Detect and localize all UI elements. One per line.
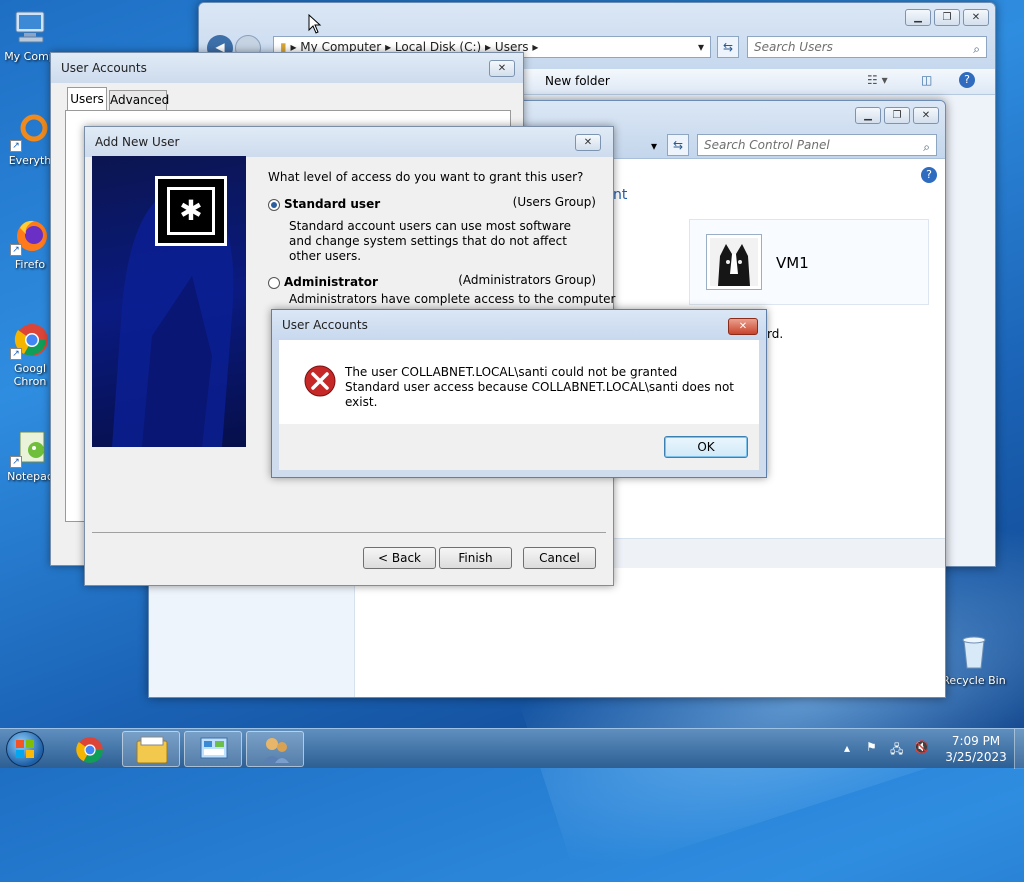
- clock-time: 7:09 PM: [951, 734, 1001, 748]
- error-dialog[interactable]: User Accounts ✕ The user COLLABNET.LOCAL…: [271, 309, 767, 478]
- search-placeholder: Search Control Panel: [704, 138, 830, 152]
- help-icon[interactable]: ?: [959, 72, 975, 88]
- cancel-button[interactable]: Cancel: [523, 547, 596, 569]
- close-button[interactable]: ✕: [489, 60, 515, 77]
- error-icon: [304, 365, 336, 397]
- button-label: < Back: [377, 551, 421, 565]
- page-heading-fragment: nt: [613, 187, 628, 203]
- recycle-bin-icon: [954, 632, 994, 672]
- search-control-panel-input[interactable]: Search Control Panel ⌕: [697, 134, 937, 156]
- shortcut-arrow-icon: ↗: [10, 244, 22, 256]
- option-label: Standard user: [284, 197, 381, 211]
- dialog-title: User Accounts: [282, 318, 368, 332]
- minimize-button[interactable]: ▁: [855, 107, 881, 124]
- finish-button[interactable]: Finish: [439, 547, 512, 569]
- computer-icon: [10, 8, 50, 48]
- chrome-icon: ↗: [10, 320, 50, 360]
- close-button[interactable]: ✕: [575, 134, 601, 151]
- dialog-title: User Accounts: [61, 61, 147, 75]
- control-panel-icon: [200, 737, 228, 759]
- explorer-icon: [136, 736, 168, 764]
- option-description: Standard account users can use most soft…: [289, 219, 572, 263]
- shortcut-arrow-icon: ↗: [10, 140, 22, 152]
- maximize-button[interactable]: ❐: [884, 107, 910, 124]
- button-label: Finish: [458, 551, 493, 565]
- error-message: The user COLLABNET.LOCAL\santi could not…: [345, 365, 734, 409]
- radio-selected-icon: [268, 199, 280, 211]
- refresh-button[interactable]: ⇆: [717, 36, 739, 58]
- taskbar-explorer[interactable]: [122, 731, 180, 767]
- user-key-icon: ✱: [155, 176, 227, 246]
- message-area: The user COLLABNET.LOCAL\santi could not…: [279, 340, 759, 424]
- breadcrumb-separator-icon: ▸: [532, 40, 539, 54]
- taskbar-user-accounts[interactable]: [246, 731, 304, 767]
- window-controls: ▁ ❐ ✕: [855, 107, 939, 124]
- clock[interactable]: 7:09 PM 3/25/2023: [940, 733, 1012, 765]
- refresh-button[interactable]: ⇆: [667, 134, 689, 156]
- search-placeholder: Search Users: [754, 40, 833, 54]
- close-button[interactable]: ✕: [963, 9, 989, 26]
- desktop-icon-label: Recycle Bin: [942, 674, 1006, 687]
- view-options-icon[interactable]: ☷ ▾: [867, 73, 888, 87]
- everything-search-icon: ↗: [10, 112, 50, 152]
- maximize-button[interactable]: ❐: [934, 9, 960, 26]
- show-desktop-button[interactable]: [1014, 729, 1024, 769]
- body-text-fragment: rd.: [767, 327, 784, 341]
- shortcut-arrow-icon: ↗: [10, 348, 22, 360]
- taskbar-chrome[interactable]: [60, 731, 118, 767]
- wizard-banner-image: ✱: [92, 156, 246, 447]
- show-hidden-icons-button[interactable]: ▴: [844, 741, 850, 755]
- search-users-input[interactable]: Search Users ⌕: [747, 36, 987, 58]
- ok-button[interactable]: OK: [664, 436, 748, 458]
- wizard-divider: [92, 532, 606, 533]
- taskbar: ▴ ⚑ 🖧 🔇 7:09 PM 3/25/2023: [0, 728, 1024, 769]
- option-description: Administrators have complete access to t…: [289, 292, 616, 306]
- access-question: What level of access do you want to gran…: [268, 170, 584, 184]
- start-button[interactable]: [6, 731, 44, 767]
- tab-users[interactable]: Users: [67, 87, 107, 111]
- action-center-icon[interactable]: ⚑: [866, 740, 877, 754]
- tab-advanced[interactable]: Advanced: [109, 90, 170, 111]
- shortcut-arrow-icon: ↗: [10, 456, 22, 468]
- left-pane: [149, 581, 355, 697]
- button-label: OK: [697, 440, 715, 454]
- preview-pane-icon[interactable]: ◫: [921, 73, 932, 87]
- windows-logo-icon: [16, 740, 34, 758]
- chrome-icon: [76, 737, 103, 763]
- notepad-icon: ↗: [10, 428, 50, 468]
- chevron-down-icon[interactable]: ▾: [698, 37, 704, 57]
- tab-label: Advanced: [110, 93, 170, 107]
- account-name: VM1: [776, 254, 809, 272]
- dialog-title: Add New User: [95, 135, 180, 149]
- minimize-button[interactable]: ▁: [905, 9, 931, 26]
- option-label: Administrator: [284, 275, 378, 289]
- help-icon[interactable]: ?: [921, 167, 937, 183]
- desktop-icon-recycle-bin[interactable]: Recycle Bin: [938, 632, 1010, 687]
- network-icon[interactable]: 🖧: [890, 740, 903, 761]
- firefox-icon: ↗: [10, 216, 50, 256]
- back-button[interactable]: < Back: [363, 547, 436, 569]
- mouse-cursor-icon: [308, 14, 322, 34]
- volume-muted-icon[interactable]: 🔇: [914, 740, 929, 754]
- window-controls: ▁ ❐ ✕: [905, 9, 989, 26]
- option-group: (Administrators Group): [458, 273, 596, 287]
- account-tile[interactable]: VM1: [689, 219, 929, 305]
- radio-unselected-icon: [268, 277, 280, 289]
- user-accounts-icon: [263, 738, 289, 763]
- close-button[interactable]: ✕: [728, 318, 758, 335]
- search-icon: ⌕: [923, 140, 930, 154]
- taskbar-control-panel[interactable]: [184, 731, 242, 767]
- tab-label: Users: [70, 92, 104, 106]
- avatar: [706, 234, 762, 290]
- new-folder-button[interactable]: New folder: [545, 74, 610, 88]
- chevron-down-icon[interactable]: ▾: [651, 139, 657, 153]
- clock-date: 3/25/2023: [945, 750, 1007, 764]
- button-label: Cancel: [539, 551, 580, 565]
- close-button[interactable]: ✕: [913, 107, 939, 124]
- search-icon: ⌕: [973, 42, 980, 56]
- option-group: (Users Group): [512, 195, 596, 209]
